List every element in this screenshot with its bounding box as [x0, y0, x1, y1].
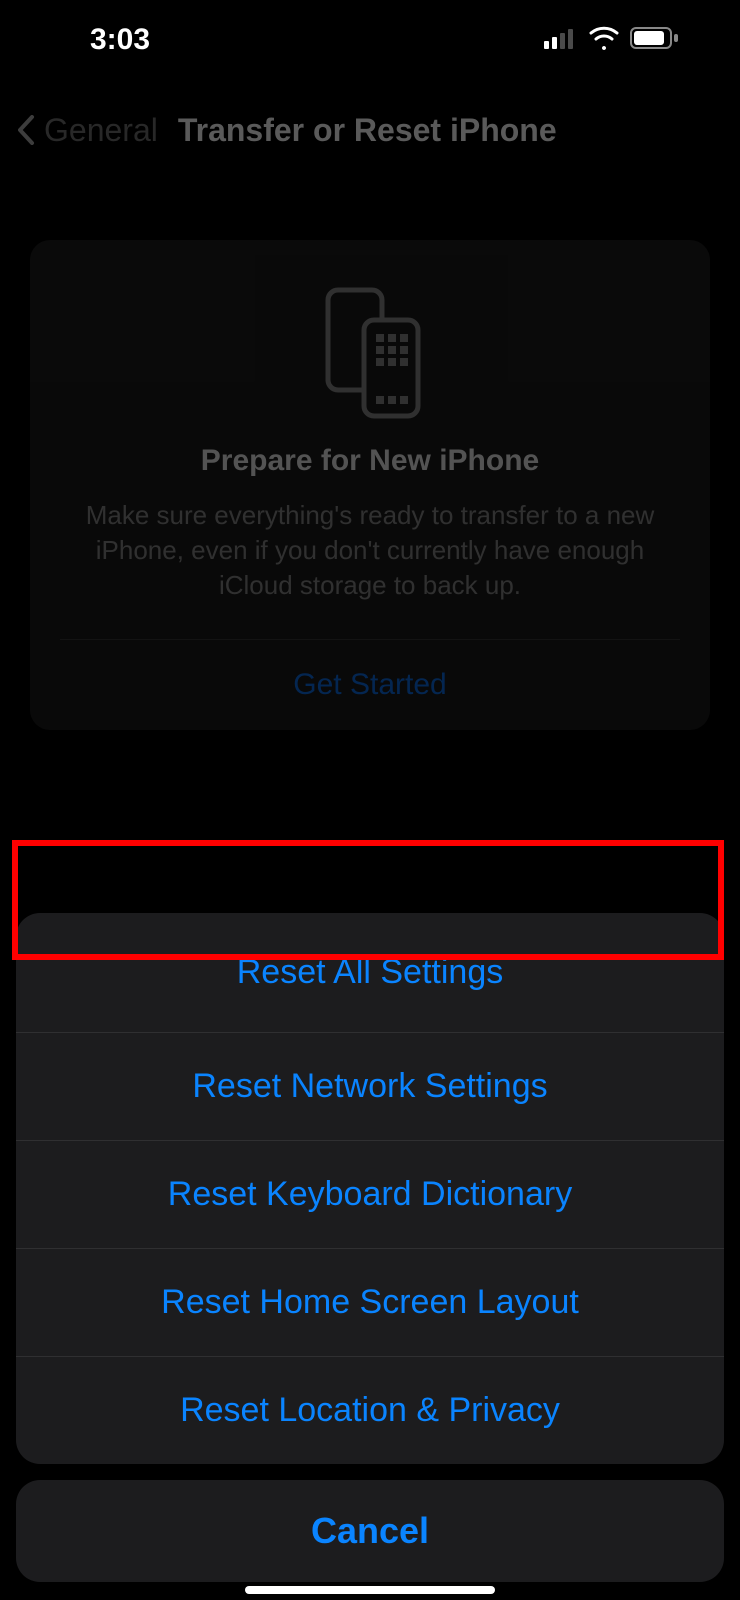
phones-transfer-icon	[60, 280, 680, 420]
reset-network-settings-button[interactable]: Reset Network Settings	[16, 1032, 724, 1140]
cancel-button[interactable]: Cancel	[16, 1480, 724, 1582]
status-icons	[544, 26, 680, 55]
wifi-icon	[588, 26, 620, 55]
card-title: Prepare for New iPhone	[60, 444, 680, 478]
page-title: Transfer or Reset iPhone	[178, 112, 557, 149]
cellular-icon	[544, 27, 578, 54]
card-body: Make sure everything's ready to transfer…	[60, 498, 680, 603]
reset-location-privacy-button[interactable]: Reset Location & Privacy	[16, 1356, 724, 1464]
nav-bar: General Transfer or Reset iPhone	[0, 80, 740, 180]
reset-all-settings-button[interactable]: Reset All Settings	[16, 913, 724, 1032]
status-bar: 3:03	[0, 0, 740, 80]
reset-home-screen-layout-button[interactable]: Reset Home Screen Layout	[16, 1248, 724, 1356]
battery-icon	[630, 26, 680, 55]
action-sheet-group: Reset All Settings Reset Network Setting…	[16, 913, 724, 1464]
chevron-left-icon[interactable]	[14, 110, 38, 150]
prepare-card: Prepare for New iPhone Make sure everyth…	[30, 240, 710, 730]
home-indicator[interactable]	[245, 1586, 495, 1594]
reset-keyboard-dictionary-button[interactable]: Reset Keyboard Dictionary	[16, 1140, 724, 1248]
action-sheet: Reset All Settings Reset Network Setting…	[0, 913, 740, 1600]
status-time: 3:03	[90, 23, 150, 57]
back-button-label[interactable]: General	[44, 112, 158, 149]
get-started-button[interactable]: Get Started	[60, 640, 680, 730]
